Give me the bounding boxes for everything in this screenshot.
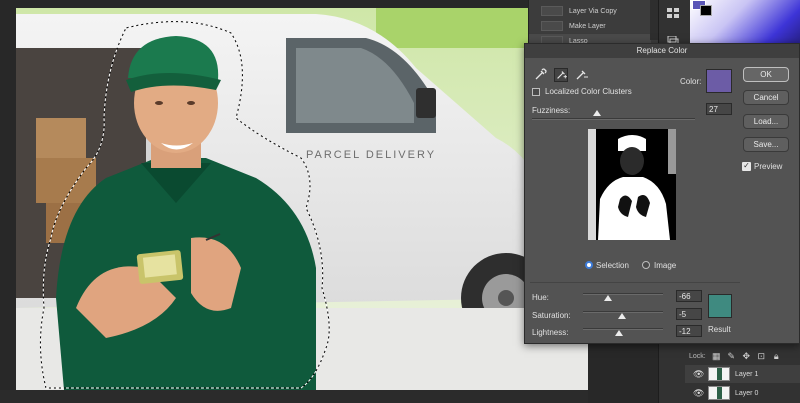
canvas-bottom-area [0,390,588,403]
fuzziness-input[interactable]: 27 [706,103,732,115]
lightness-label: Lightness: [532,328,569,337]
document-canvas[interactable]: PARCEL DELIVERY [0,0,588,403]
lock-label: Lock: [689,352,706,360]
saturation-label: Saturation: [532,311,571,320]
selection-radio-label: Selection [596,261,629,270]
history-item-label: Make Layer [569,22,606,30]
history-scrollbar[interactable] [650,0,658,40]
hue-slider-thumb[interactable] [604,295,612,301]
saturation-slider-thumb[interactable] [618,313,626,319]
hue-label: Hue: [532,293,549,302]
fuzziness-slider-thumb[interactable] [593,110,601,116]
layer-name: Layer 1 [735,370,759,378]
delivery-photo[interactable]: PARCEL DELIVERY [16,8,588,390]
layer-row[interactable]: 👁︎ Layer 0 [685,384,800,402]
layer-thumbnail [708,386,730,400]
eyedropper-plus-icon[interactable] [554,68,568,82]
selection-preview [588,129,676,240]
checkerboard-icon[interactable]: ▦ [712,351,721,361]
lock-row: Lock: ▦ ✎ ✥ ⊡ 🔒︎ [685,349,800,363]
saturation-input[interactable]: -5 [676,308,702,320]
image-radio-label: Image [654,261,677,270]
hue-slider[interactable] [583,293,663,295]
ok-button[interactable]: OK [743,67,789,82]
target-color-swatch[interactable] [706,69,732,93]
history-item-label: Layer Via Copy [569,7,617,15]
history-item-icon [541,6,563,16]
artboard-icon[interactable]: ⊡ [757,351,766,361]
eyedropper-minus-icon[interactable] [574,68,588,82]
brush-icon[interactable]: ✎ [727,351,736,361]
localized-color-clusters-label: Localized Color Clusters [545,87,632,96]
history-item[interactable]: Make Layer [529,19,651,33]
layer-row[interactable]: 👁︎ Layer 1 [685,365,800,383]
hue-input[interactable]: -66 [676,290,702,302]
selection-radio[interactable] [585,261,593,269]
replace-color-dialog: Replace Color Color: Localized Color Clu… [524,43,800,344]
grid-icon[interactable] [667,8,679,18]
history-item-icon [541,21,563,31]
image-radio[interactable] [642,261,650,269]
history-item[interactable]: Layer Via Copy [529,4,651,18]
fuzziness-slider[interactable] [532,118,695,120]
eye-icon[interactable]: 👁︎ [693,369,704,380]
preview-label: Preview [754,162,783,171]
eye-icon[interactable]: 👁︎ [693,388,704,399]
preview-checkbox[interactable]: ✓ [742,162,751,171]
move-icon[interactable]: ✥ [742,351,751,361]
lightness-slider[interactable] [583,328,663,330]
color-label: Color: [680,77,702,86]
divider [530,282,740,283]
localized-color-clusters-checkbox[interactable] [532,88,540,96]
save-button[interactable]: Save... [743,137,789,152]
van-lettering: PARCEL DELIVERY [306,149,436,161]
dialog-title: Replace Color [525,44,799,58]
eyedropper-icon[interactable] [533,68,547,82]
layers-panel: Lock: ▦ ✎ ✥ ⊡ 🔒︎ 👁︎ Layer 1 👁︎ Layer 0 [685,340,800,403]
result-label: Result [708,325,731,334]
cancel-button[interactable]: Cancel [743,90,789,105]
background-color-swatch[interactable] [700,5,712,16]
layer-name: Layer 0 [735,389,759,397]
layer-thumbnail [708,367,730,381]
result-color-swatch[interactable] [708,294,732,318]
load-button[interactable]: Load... [743,114,789,129]
lightness-slider-thumb[interactable] [615,330,623,336]
fuzziness-label: Fuzziness: [532,106,571,115]
lightness-input[interactable]: -12 [676,325,702,337]
lock-icon[interactable]: 🔒︎ [772,351,781,361]
